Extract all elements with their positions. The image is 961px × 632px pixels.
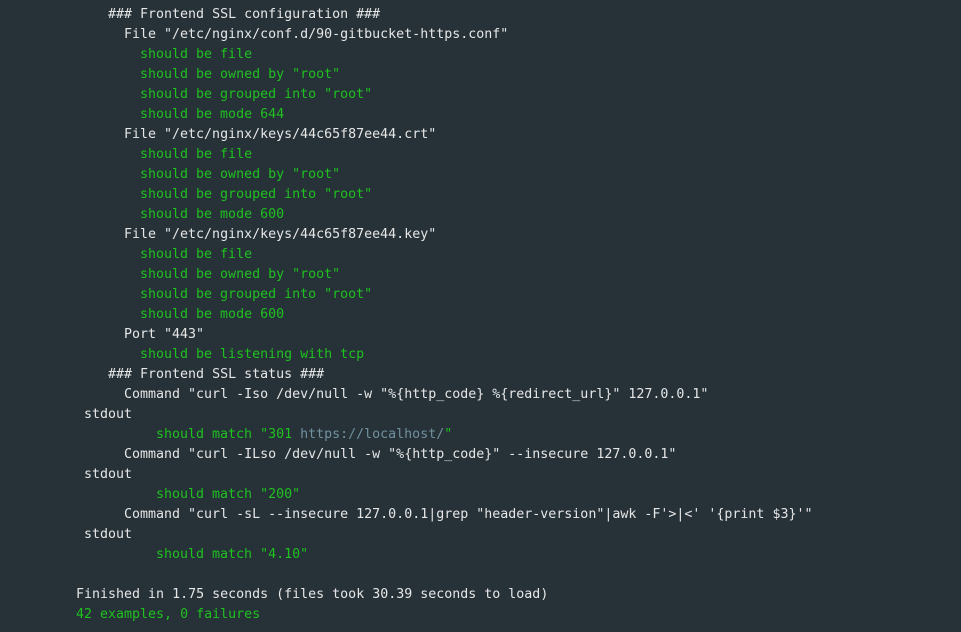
- terminal-line: should be grouped into "root": [76, 285, 812, 305]
- output-text: File "/etc/nginx/keys/44c65f87ee44.key": [124, 227, 437, 242]
- terminal-line: should be grouped into "root": [76, 85, 812, 105]
- output-text: File "/etc/nginx/keys/44c65f87ee44.crt": [124, 127, 437, 142]
- terminal-line: should be owned by "root": [76, 165, 812, 185]
- terminal-line: should match "301 https://localhost/": [76, 425, 812, 445]
- passing-test-text: should be grouped into "root": [140, 187, 373, 202]
- terminal-line: should be mode 644: [76, 105, 812, 125]
- terminal-line: ### Frontend SSL status ###: [76, 365, 812, 385]
- output-text: stdout: [84, 467, 133, 482]
- terminal-line: should be listening with tcp: [76, 345, 812, 365]
- passing-test-text: should be owned by "root": [140, 267, 341, 282]
- passing-test-text: should match "301: [156, 427, 301, 442]
- terminal-line: Command "curl -Iso /dev/null -w "%{http_…: [76, 385, 812, 405]
- passing-test-text: ": [444, 427, 453, 442]
- passing-test-text: should be file: [140, 147, 253, 162]
- passing-test-text: should be owned by "root": [140, 67, 341, 82]
- terminal-line: stdout: [76, 465, 812, 485]
- terminal-line: Command "curl -ILso /dev/null -w "%{http…: [76, 445, 812, 465]
- terminal-line: stdout: [76, 525, 812, 545]
- terminal-line: should be grouped into "root": [76, 185, 812, 205]
- output-text: Port "443": [124, 327, 205, 342]
- output-text: Command "curl -ILso /dev/null -w "%{http…: [124, 447, 677, 462]
- output-text: Command "curl -Iso /dev/null -w "%{http_…: [124, 387, 709, 402]
- passing-test-text: should match "200": [156, 487, 301, 502]
- terminal-line: stdout: [76, 405, 812, 425]
- terminal-line: should be file: [76, 245, 812, 265]
- terminal-line: File "/etc/nginx/conf.d/90-gitbucket-htt…: [76, 25, 812, 45]
- terminal-line: should be file: [76, 145, 812, 165]
- terminal-line: File "/etc/nginx/keys/44c65f87ee44.crt": [76, 125, 812, 145]
- terminal-line: Port "443": [76, 325, 812, 345]
- url-text: https://localhost/: [300, 427, 445, 442]
- terminal-line: Command "curl -sL --insecure 127.0.0.1|g…: [76, 505, 812, 525]
- terminal-line: should be owned by "root": [76, 265, 812, 285]
- terminal-line: should be mode 600: [76, 305, 812, 325]
- output-text: ### Frontend SSL status ###: [108, 367, 325, 382]
- passing-test-text: should be grouped into "root": [140, 87, 373, 102]
- passing-test-text: 42 examples, 0 failures: [76, 607, 261, 622]
- passing-test-text: should be file: [140, 247, 253, 262]
- passing-test-text: should be grouped into "root": [140, 287, 373, 302]
- output-text: Finished in 1.75 seconds (files took 30.…: [76, 587, 549, 602]
- passing-test-text: should match "4.10": [156, 547, 309, 562]
- terminal-line: 42 examples, 0 failures: [76, 605, 812, 625]
- output-text: Command "curl -sL --insecure 127.0.0.1|g…: [124, 507, 813, 522]
- terminal-line: should be mode 600: [76, 205, 812, 225]
- passing-test-text: should be mode 600: [140, 307, 285, 322]
- output-text: File "/etc/nginx/conf.d/90-gitbucket-htt…: [124, 27, 509, 42]
- output-text: stdout: [84, 527, 133, 542]
- terminal-line: File "/etc/nginx/keys/44c65f87ee44.key": [76, 225, 812, 245]
- passing-test-text: should be listening with tcp: [140, 347, 365, 362]
- passing-test-text: should be mode 644: [140, 107, 285, 122]
- output-text: ### Frontend SSL configuration ###: [108, 7, 381, 22]
- output-text: stdout: [84, 407, 133, 422]
- terminal-line: should be file: [76, 45, 812, 65]
- terminal-line: should match "200": [76, 485, 812, 505]
- terminal-line: ### Frontend SSL configuration ###: [76, 5, 812, 25]
- passing-test-text: should be file: [140, 47, 253, 62]
- passing-test-text: should be mode 600: [140, 207, 285, 222]
- passing-test-text: should be owned by "root": [140, 167, 341, 182]
- terminal-output[interactable]: ### Frontend SSL configuration ### File "…: [76, 5, 812, 625]
- terminal-line: should be owned by "root": [76, 65, 812, 85]
- terminal-line: Finished in 1.75 seconds (files took 30.…: [76, 585, 812, 605]
- terminal-line: should match "4.10": [76, 545, 812, 565]
